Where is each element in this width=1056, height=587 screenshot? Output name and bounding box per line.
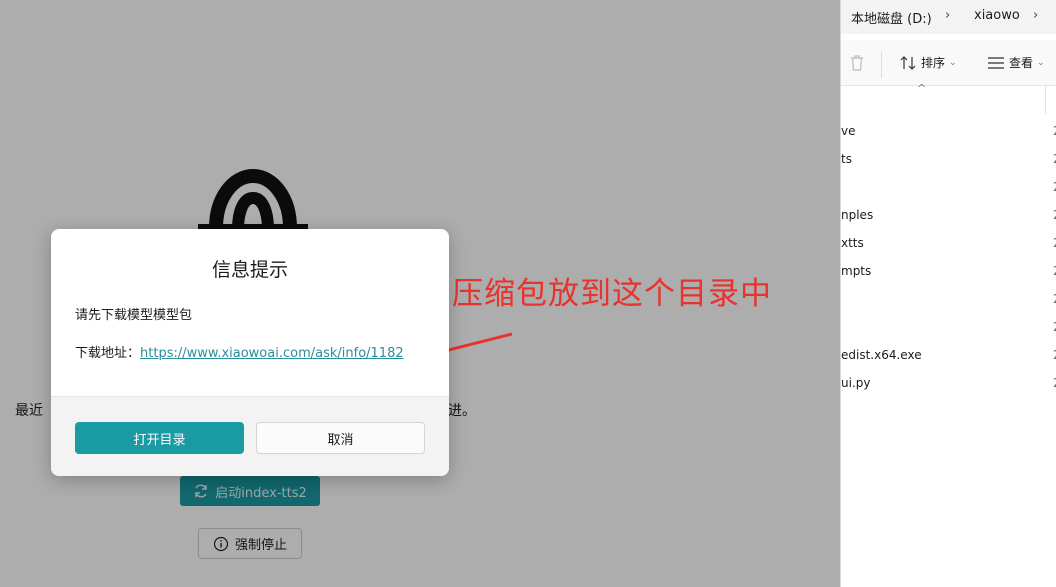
file-row[interactable]: mpts2 [841, 258, 1056, 286]
dialog-download-row: 下载地址：https://www.xiaowoai.com/ask/info/1… [75, 342, 404, 361]
delete-button[interactable] [849, 54, 865, 72]
breadcrumb-folder[interactable]: xiaowo [974, 8, 1020, 23]
file-name: nples [841, 208, 874, 222]
chevron-right-icon: › [945, 8, 951, 23]
view-label: 查看 [1009, 56, 1034, 70]
file-row[interactable]: ts2 [841, 146, 1056, 174]
column-divider [1045, 86, 1046, 114]
file-row[interactable]: ve2 [841, 118, 1056, 146]
file-name: ve [841, 124, 856, 138]
file-row[interactable]: xtts2 [841, 230, 1056, 258]
open-directory-button[interactable]: 打开目录 [75, 422, 244, 454]
download-link[interactable]: https://www.xiaowoai.com/ask/info/1182 [140, 346, 404, 361]
annotation-text: 压缩包放到这个目录中 [452, 276, 772, 312]
file-name: ui.py [841, 376, 871, 390]
sort-label: 排序 [921, 56, 946, 70]
file-row[interactable]: nples2 [841, 202, 1056, 230]
chevron-right-icon: › [1033, 8, 1039, 23]
address-bar[interactable]: 本地磁盘 (D:) › xiaowo › [841, 0, 1056, 34]
chevron-down-icon: ⌄ [1037, 57, 1045, 68]
file-row[interactable]: 2 [841, 286, 1056, 314]
info-dialog: 信息提示 请先下载模型模型包 下载地址：https://www.xiaowoai… [51, 229, 449, 476]
file-row[interactable]: ui.py2 [841, 370, 1056, 398]
trash-icon [851, 55, 863, 71]
column-header[interactable]: ^ [841, 82, 1056, 116]
file-name: xtts [841, 236, 864, 250]
file-name: edist.x64.exe [841, 348, 922, 362]
file-name: mpts [841, 264, 872, 278]
breadcrumb-drive[interactable]: 本地磁盘 (D:) [851, 8, 932, 27]
download-label: 下载地址： [75, 346, 141, 361]
dialog-footer: 打开目录 取消 [51, 396, 449, 476]
dialog-title: 信息提示 [211, 259, 288, 281]
file-row[interactable]: 2 [841, 314, 1056, 342]
view-button[interactable]: 查看 ⌄ [987, 54, 1045, 71]
file-name: ts [841, 152, 852, 166]
dialog-message: 请先下载模型模型包 [75, 308, 193, 323]
sort-button[interactable]: 排序 ⌄ [899, 54, 957, 71]
file-row[interactable]: edist.x64.exe2 [841, 342, 1056, 370]
sort-icon [900, 55, 916, 70]
list-view-icon [988, 56, 1004, 69]
file-row[interactable]: 2 [841, 174, 1056, 202]
chevron-down-icon: ⌄ [949, 57, 957, 68]
explorer-toolbar: 排序 ⌄ 查看 ⌄ [841, 40, 1056, 86]
file-explorer-window: 本地磁盘 (D:) › xiaowo › 排序 ⌄ 查看 ⌄ ^ ve ts n… [840, 0, 1056, 587]
sort-ascending-icon: ^ [917, 82, 927, 95]
cancel-button[interactable]: 取消 [256, 422, 425, 454]
toolbar-divider [881, 52, 882, 78]
